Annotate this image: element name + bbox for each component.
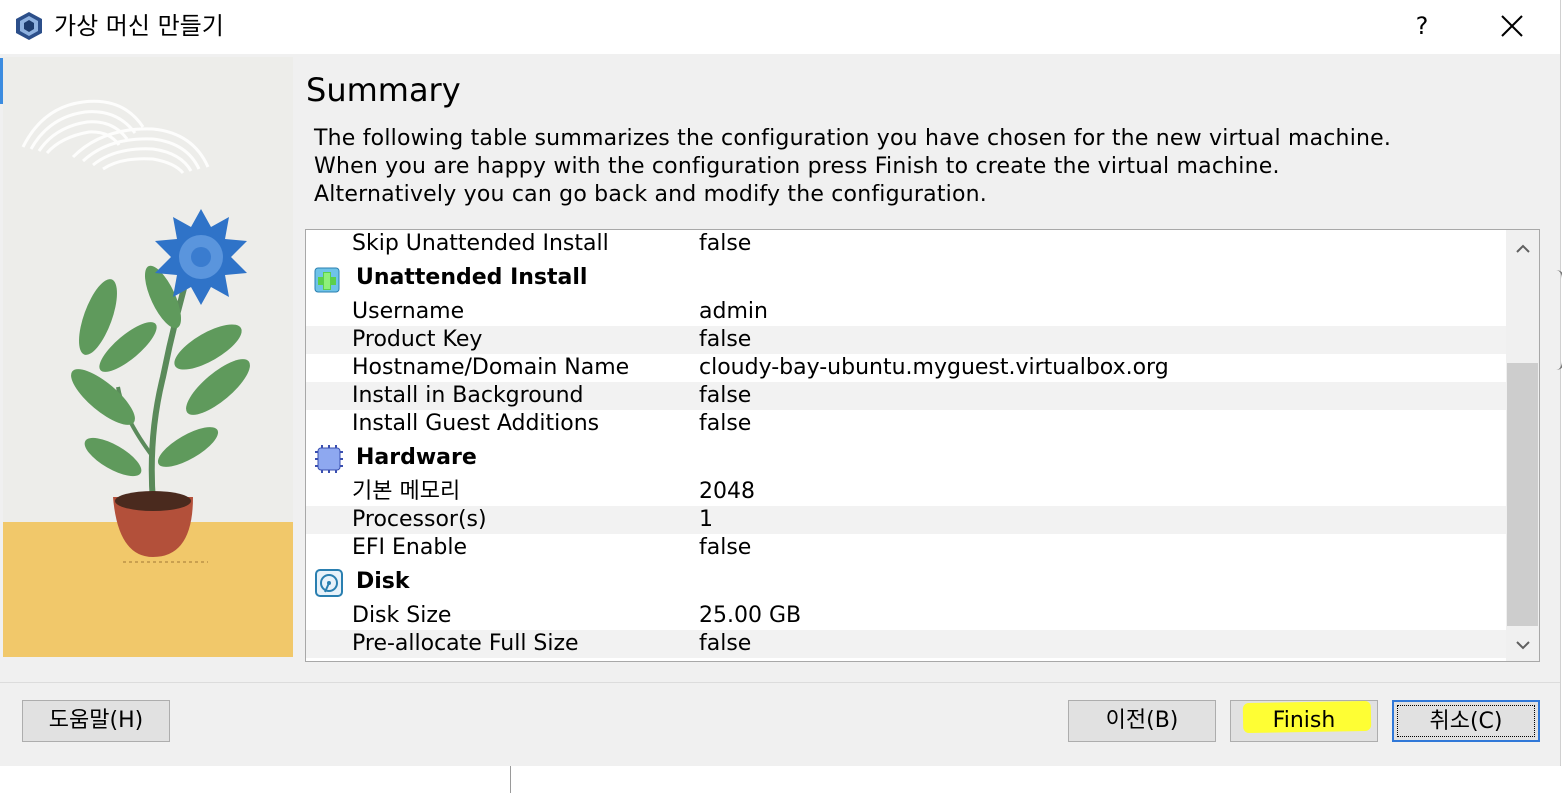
table-row: Pre-allocate Full Size false [306,630,1506,658]
help-title-button[interactable]: ? [1402,7,1442,45]
row-value: false [699,411,752,436]
disk-icon [314,568,344,598]
title-bar: 가상 머신 만들기 ? [0,0,1560,54]
help-button[interactable]: 도움말(H) [22,700,170,742]
section-header: Hardware [306,438,1506,478]
vertical-scrollbar[interactable] [1506,230,1539,661]
table-row: Skip Unattended Install false [306,230,1506,258]
table-row: Username admin [306,298,1506,326]
row-key: Pre-allocate Full Size [352,631,579,656]
summary-rows: Skip Unattended Install false Unattended I… [306,230,1506,658]
scroll-up-arrow[interactable] [1506,236,1539,262]
row-value: 2048 [699,479,755,504]
table-row: Install in Background false [306,382,1506,410]
scroll-down-arrow[interactable] [1506,632,1539,658]
table-row: Processor(s) 1 [306,506,1506,534]
description-line: When you are happy with the configuratio… [314,154,1280,179]
chevron-down-icon [1515,641,1530,650]
row-value: 1 [699,507,713,532]
summary-table[interactable]: Skip Unattended Install false Unattended I… [305,229,1540,662]
section-title: Hardware [356,445,477,470]
window-title: 가상 머신 만들기 [54,12,224,40]
row-key: Install in Background [352,383,584,408]
row-key: Install Guest Additions [352,411,600,436]
button-bar: 도움말(H) 이전(B) Finish 취소(C) [0,682,1560,766]
row-value: false [699,631,752,656]
section-title: Unattended Install [356,265,588,290]
close-icon [1501,15,1523,37]
focus-rectangle [1397,705,1535,737]
section-header: Unattended Install [306,258,1506,298]
table-row: Hostname/Domain Name cloudy-bay-ubuntu.my… [306,354,1506,382]
row-value: false [699,383,752,408]
table-row: EFI Enable false [306,534,1506,562]
finish-label: Finish [1272,708,1336,733]
row-key: Disk Size [352,603,452,628]
finish-button[interactable]: Finish [1230,700,1378,742]
cancel-button[interactable]: 취소(C) [1392,700,1540,742]
page-title: Summary [306,71,461,109]
description-line: Alternatively you can go back and modify… [314,182,987,207]
row-key: Username [352,299,465,324]
back-button[interactable]: 이전(B) [1068,700,1216,742]
table-row: Install Guest Additions false [306,410,1506,438]
background-window-edge [1556,270,1562,370]
row-value: cloudy-bay-ubuntu.myguest.virtualbox.org [699,355,1169,380]
row-value: 25.00 GB [699,603,802,628]
close-button[interactable] [1488,7,1536,45]
table-row: Disk Size 25.00 GB [306,602,1506,630]
table-row: Product Key false [306,326,1506,354]
wizard-flower-illustration [3,57,293,657]
row-key: 기본 메모리 [352,479,461,504]
section-header: Disk [306,562,1506,602]
create-vm-dialog: 가상 머신 만들기 ? Summary The following table … [0,0,1561,766]
row-key: Product Key [352,327,483,352]
row-value: false [699,327,752,352]
row-key: EFI Enable [352,535,467,560]
row-key: Skip Unattended Install [352,231,609,256]
unattended-install-icon [314,264,344,294]
scrollbar-thumb[interactable] [1507,363,1538,626]
table-row: 기본 메모리 2048 [306,478,1506,506]
row-key: Processor(s) [352,507,487,532]
virtualbox-logo-icon [16,12,42,40]
row-value: false [699,231,752,256]
page-description: The following table summarizes the confi… [314,125,1391,209]
row-key: Hostname/Domain Name [352,355,630,380]
description-line: The following table summarizes the confi… [314,126,1392,151]
background-divider [510,766,511,793]
row-value: false [699,535,752,560]
row-value: admin [699,299,768,324]
chevron-up-icon [1515,244,1530,253]
section-title: Disk [356,569,410,594]
hardware-chip-icon [314,444,344,474]
